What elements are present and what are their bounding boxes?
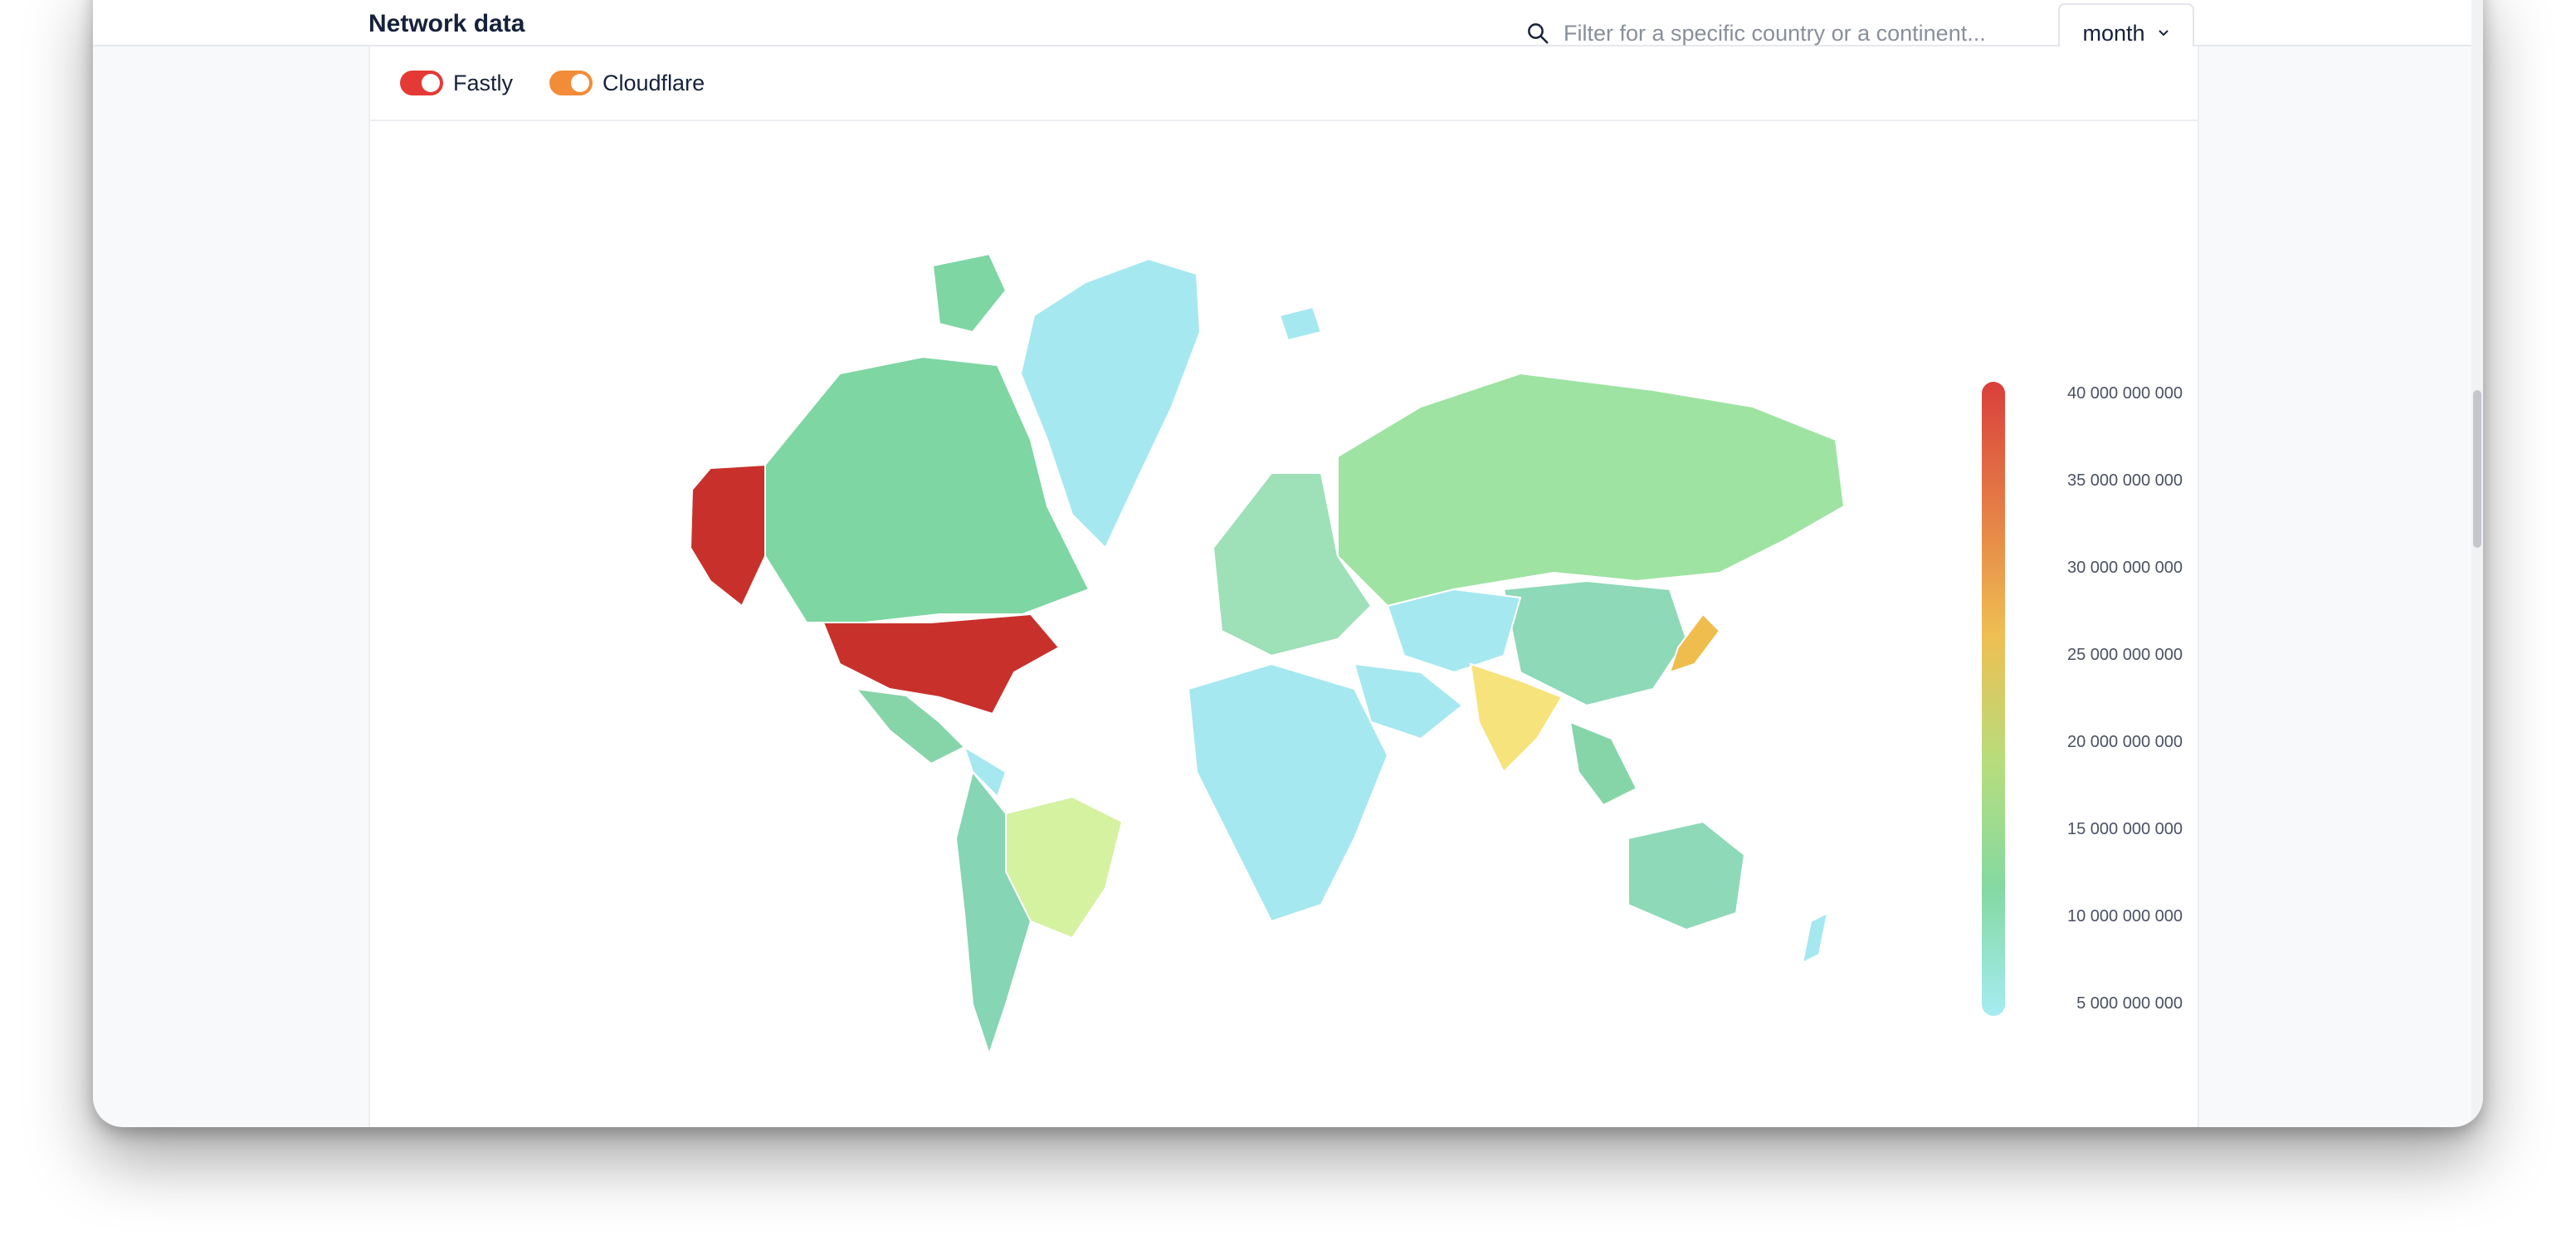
scale-label: 5 000 000 000 [2076, 994, 2183, 1013]
scale-label: 15 000 000 000 [2066, 820, 2183, 838]
scale-label: 30 000 000 000 [2066, 559, 2183, 577]
region-russia[interactable] [1337, 372, 1846, 608]
vertical-scrollbar[interactable] [2471, 0, 2483, 1127]
region-iceland[interactable] [1278, 305, 1323, 342]
region-africa[interactable] [1187, 662, 1389, 923]
region-alaska[interactable] [689, 463, 766, 608]
region-australia[interactable] [1627, 820, 1746, 931]
region-new-zealand[interactable] [1801, 911, 1829, 964]
color-scale-bar [1982, 382, 2005, 1016]
region-central-asia[interactable] [1386, 588, 1522, 674]
scale-label: 40 000 000 000 [2066, 384, 2183, 403]
scale-label: 10 000 000 000 [2066, 907, 2183, 925]
region-usa[interactable] [822, 613, 1061, 715]
scale-label: 35 000 000 000 [2066, 471, 2183, 490]
region-north-islands[interactable] [931, 252, 1007, 334]
region-southeast-asia[interactable] [1569, 720, 1638, 807]
scale-label: 25 000 000 000 [2066, 646, 2183, 664]
scroll-thumb[interactable] [2473, 390, 2481, 548]
scale-label: 20 000 000 000 [2066, 733, 2183, 751]
